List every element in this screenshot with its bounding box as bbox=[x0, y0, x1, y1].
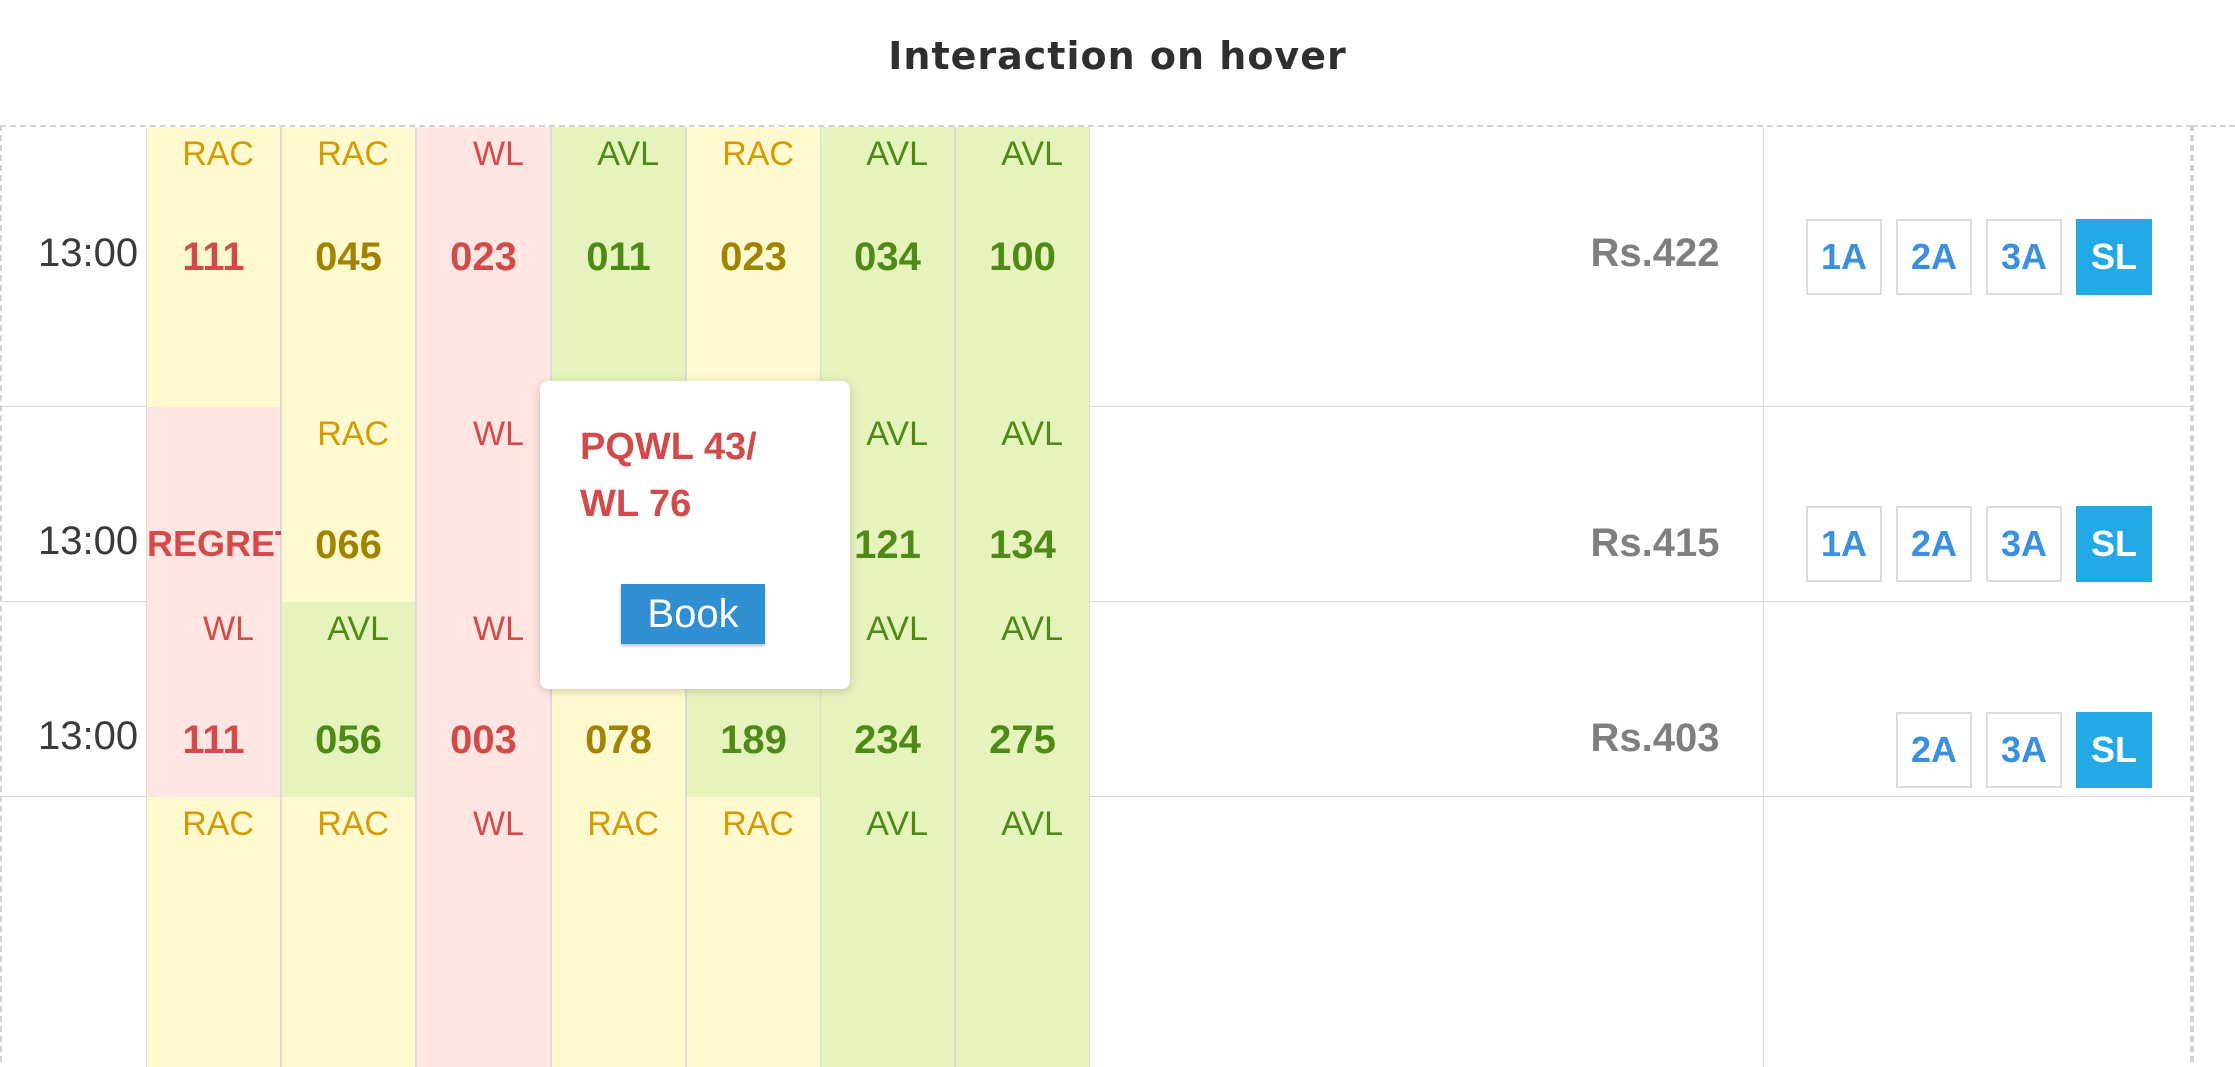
availability-status-tag: AVL bbox=[1001, 805, 1063, 843]
class-button-3a[interactable]: 3A bbox=[1986, 506, 2062, 582]
availability-count: 111 bbox=[182, 235, 245, 279]
availability-count: 066 bbox=[315, 523, 382, 567]
availability-popup: PQWL 43/ WL 76 Book bbox=[540, 381, 850, 689]
table-outer-border bbox=[2192, 125, 2235, 1062]
column-divider bbox=[1763, 797, 1764, 1067]
availability-status-tag: RAC bbox=[182, 135, 254, 173]
availability-cell[interactable]: AVL 100 bbox=[955, 127, 1090, 407]
availability-cell[interactable]: RAC bbox=[146, 797, 281, 1067]
availability-cell[interactable]: RAC 066 bbox=[281, 407, 416, 602]
column-divider bbox=[1763, 127, 1764, 407]
table-row: RAC RAC WL RAC RAC AVL AVL bbox=[2, 797, 2194, 1067]
class-button-2a[interactable]: 2A bbox=[1896, 712, 1972, 788]
availability-status-tag: AVL bbox=[866, 805, 928, 843]
availability-status-tag: RAC bbox=[182, 805, 254, 843]
availability-cell[interactable]: AVL 034 bbox=[820, 127, 955, 407]
availability-cell[interactable]: AVL 056 bbox=[281, 602, 416, 797]
fare-price: Rs.415 bbox=[1590, 521, 1720, 565]
availability-cell[interactable]: RAC 023 bbox=[686, 127, 821, 407]
class-button-2a[interactable]: 2A bbox=[1896, 219, 1972, 295]
availability-cell[interactable]: AVL bbox=[955, 797, 1090, 1067]
train-availability-table: 13:00 RAC 111 RAC 045 WL 023 AVL 011 RAC 023 AVL 034… bbox=[0, 125, 2194, 1067]
column-divider bbox=[1763, 407, 1764, 602]
class-button-3a[interactable]: 3A bbox=[1986, 219, 2062, 295]
availability-status-tag: RAC bbox=[722, 805, 794, 843]
availability-count: 045 bbox=[315, 235, 382, 279]
availability-status-tag: AVL bbox=[1001, 135, 1063, 173]
departure-time: 13:00 bbox=[38, 231, 139, 275]
availability-count: 034 bbox=[854, 235, 921, 279]
column-divider bbox=[1763, 602, 1764, 797]
availability-status-tag: RAC bbox=[587, 805, 659, 843]
availability-cell[interactable]: RAC 045 bbox=[281, 127, 416, 407]
table-outer-divider bbox=[2192, 125, 2194, 1062]
availability-count: 111 bbox=[182, 718, 245, 762]
book-button[interactable]: Book bbox=[621, 584, 765, 644]
availability-count: 134 bbox=[989, 523, 1056, 567]
availability-count: 056 bbox=[315, 718, 382, 762]
availability-cell[interactable]: WL 023 bbox=[416, 127, 551, 407]
availability-cell[interactable]: RAC bbox=[281, 797, 416, 1067]
availability-status-tag: RAC bbox=[317, 805, 389, 843]
availability-status-tag: WL bbox=[473, 805, 524, 843]
availability-status-tag: RAC bbox=[722, 135, 794, 173]
class-button-3a[interactable]: 3A bbox=[1986, 712, 2062, 788]
availability-status-tag: AVL bbox=[1001, 610, 1063, 648]
availability-cell[interactable]: WL 111 bbox=[146, 602, 281, 797]
availability-cell[interactable]: AVL 275 bbox=[955, 602, 1090, 797]
availability-cell[interactable]: RAC bbox=[686, 797, 821, 1067]
availability-cell[interactable]: REGRET bbox=[146, 407, 298, 602]
availability-count: 023 bbox=[450, 235, 517, 279]
availability-status-tag: RAC bbox=[317, 415, 389, 453]
availability-status-tag: WL bbox=[203, 610, 254, 648]
availability-cell[interactable]: AVL 011 bbox=[551, 127, 686, 407]
availability-count: 023 bbox=[720, 235, 787, 279]
table-row: 13:00REGRETRAC066WLRAC023AVL167AVL121AVL… bbox=[2, 407, 2194, 602]
availability-cell[interactable]: WL bbox=[416, 797, 551, 1067]
availability-status-tag: AVL bbox=[1001, 415, 1063, 453]
availability-count: 003 bbox=[450, 718, 517, 762]
availability-status-tag: AVL bbox=[866, 610, 928, 648]
availability-status-tag: AVL bbox=[597, 135, 659, 173]
availability-cell[interactable]: AVL 134 bbox=[955, 407, 1090, 602]
class-button-1a[interactable]: 1A bbox=[1806, 219, 1882, 295]
availability-count: 078 bbox=[585, 718, 652, 762]
availability-status-tag: RAC bbox=[317, 135, 389, 173]
availability-cell[interactable]: WL bbox=[416, 407, 551, 602]
table-row: 13:00WL111AVL056WL003RAC078AVL189AVL234A… bbox=[2, 602, 2194, 797]
availability-count: 275 bbox=[989, 718, 1056, 762]
class-button-sl[interactable]: SL bbox=[2076, 506, 2152, 582]
availability-count: 189 bbox=[720, 718, 787, 762]
availability-count: 011 bbox=[586, 235, 651, 279]
availability-status-tag: WL bbox=[473, 610, 524, 648]
fare-price: Rs.422 bbox=[1590, 231, 1720, 275]
availability-status-tag: WL bbox=[473, 415, 524, 453]
fare-price: Rs.403 bbox=[1590, 716, 1720, 760]
departure-time: 13:00 bbox=[38, 519, 139, 563]
page-title: Interaction on hover bbox=[888, 34, 1347, 78]
availability-cell[interactable]: WL 003 bbox=[416, 602, 551, 797]
class-button-1a[interactable]: 1A bbox=[1806, 506, 1882, 582]
availability-cell[interactable]: RAC 111 bbox=[146, 127, 281, 407]
availability-count: REGRET bbox=[147, 523, 298, 564]
class-button-sl[interactable]: SL bbox=[2076, 712, 2152, 788]
availability-cell[interactable]: AVL bbox=[820, 797, 955, 1067]
availability-count: 234 bbox=[854, 718, 921, 762]
availability-status-tag: AVL bbox=[327, 610, 389, 648]
availability-count: 100 bbox=[989, 235, 1056, 279]
availability-status-tag: WL bbox=[473, 135, 524, 173]
popup-status-text: PQWL 43/ WL 76 bbox=[580, 426, 757, 525]
availability-status-tag: AVL bbox=[866, 135, 928, 173]
class-button-2a[interactable]: 2A bbox=[1896, 506, 1972, 582]
availability-status-tag: AVL bbox=[866, 415, 928, 453]
availability-cell[interactable]: RAC bbox=[551, 797, 686, 1067]
departure-time: 13:00 bbox=[38, 714, 139, 758]
class-button-sl[interactable]: SL bbox=[2076, 219, 2152, 295]
table-row: 13:00 RAC 111 RAC 045 WL 023 AVL 011 RAC 023 AVL 034… bbox=[2, 127, 2194, 407]
